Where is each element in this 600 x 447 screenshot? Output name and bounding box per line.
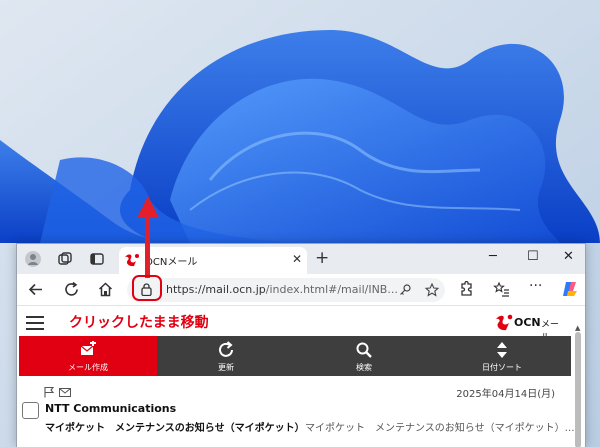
date-sort-label: 日付ソート xyxy=(482,363,522,372)
hamburger-menu-icon[interactable] xyxy=(26,316,44,330)
copilot-icon[interactable] xyxy=(561,280,579,298)
mail-select-checkbox[interactable] xyxy=(22,402,39,419)
favorite-star-icon[interactable] xyxy=(425,283,439,297)
logo-text: OCN xyxy=(514,316,541,329)
mail-preview: マイポケット メンテナンスのお知らせ（マイポケット）… xyxy=(305,423,575,434)
envelope-icon xyxy=(59,388,71,397)
refresh-label: 更新 xyxy=(218,363,234,372)
tab-actions-icon[interactable] xyxy=(89,251,105,267)
reload-icon[interactable] xyxy=(63,281,80,298)
page-scrollbar[interactable] xyxy=(575,332,581,447)
search-button[interactable]: 検索 xyxy=(295,336,433,376)
address-bar[interactable]: https://mail.ocn.jp/index.html#/mail/INB… xyxy=(127,278,445,302)
tab-bar: OCNメール ✕ + ─ ☐ ✕ xyxy=(17,244,585,274)
maximize-button[interactable]: ☐ xyxy=(527,249,539,264)
browser-toolbar: https://mail.ocn.jp/index.html#/mail/INB… xyxy=(17,274,585,306)
minimize-button[interactable]: ─ xyxy=(489,249,497,264)
mail-date: 2025年04月14日(月) xyxy=(456,389,555,400)
scroll-up-arrow-icon[interactable]: ▲ xyxy=(575,324,580,332)
tab-title: OCNメール xyxy=(145,257,198,268)
sort-icon xyxy=(497,342,507,358)
annotation-instruction: クリックしたまま移動 xyxy=(69,315,209,331)
mail-menu-bar: メール作成 更新 検索 日付ソート xyxy=(19,336,571,376)
ocn-logo-icon xyxy=(496,314,513,331)
annotation-highlight-circle xyxy=(132,275,162,301)
flag-icon[interactable] xyxy=(43,386,55,398)
ocn-mail-page: クリックしたまま移動 OCN メール ▲ メール作成 更新 xyxy=(17,306,585,447)
search-icon xyxy=(356,342,372,358)
back-icon[interactable] xyxy=(27,281,44,298)
workspaces-icon[interactable] xyxy=(57,251,73,267)
url-text: https://mail.ocn.jp/index.html#/mail/INB… xyxy=(166,283,398,296)
compose-mail-button[interactable]: メール作成 xyxy=(19,336,157,376)
profile-icon[interactable] xyxy=(25,251,41,267)
new-tab-button[interactable]: + xyxy=(315,248,329,268)
refresh-icon xyxy=(219,341,233,357)
home-icon[interactable] xyxy=(97,281,114,298)
close-tab-icon[interactable]: ✕ xyxy=(292,252,302,266)
key-icon[interactable] xyxy=(399,284,411,296)
close-window-button[interactable]: ✕ xyxy=(563,249,574,264)
compose-icon xyxy=(80,341,96,355)
mail-subject: マイポケット メンテナンスのお知らせ（マイポケット） xyxy=(45,423,305,434)
refresh-button[interactable]: 更新 xyxy=(157,336,295,376)
browser-window: OCNメール ✕ + ─ ☐ ✕ https://mail.ocn.jp/ind… xyxy=(16,243,586,447)
annotation-arrow-head-icon xyxy=(137,196,159,218)
mail-sender: NTT Communications xyxy=(45,402,177,415)
mail-list-item[interactable]: 2025年04月14日(月) NTT Communications マイポケット… xyxy=(17,376,575,447)
favorites-icon[interactable] xyxy=(493,281,510,298)
date-sort-button[interactable]: 日付ソート xyxy=(433,336,571,376)
annotation-arrow xyxy=(145,218,150,278)
search-label: 検索 xyxy=(356,363,372,372)
ocn-favicon-icon xyxy=(125,254,139,267)
compose-label: メール作成 xyxy=(68,363,108,372)
ocn-mail-logo: OCN メール xyxy=(495,313,567,343)
more-menu-icon[interactable]: ··· xyxy=(529,278,546,295)
extensions-icon[interactable] xyxy=(457,281,474,298)
